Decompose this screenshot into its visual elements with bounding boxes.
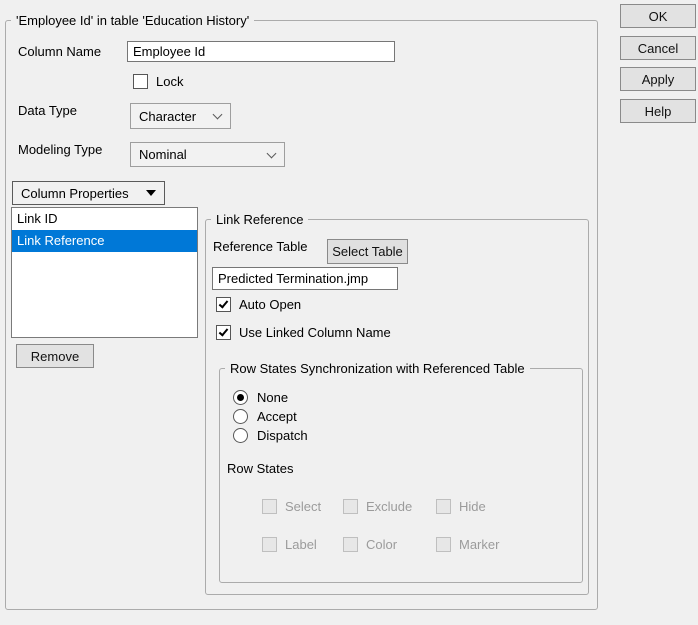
column-info-dialog: OK Cancel Apply Help 'Employee Id' in ta… — [0, 0, 698, 625]
select-table-button-label: Select Table — [332, 244, 403, 259]
exclude-checkbox-label: Exclude — [366, 499, 412, 514]
modeling-type-label: Modeling Type — [18, 142, 102, 158]
hide-checkbox-label: Hide — [459, 499, 486, 514]
use-linked-column-name-checkbox-box[interactable] — [216, 325, 231, 340]
help-button[interactable]: Help — [620, 99, 696, 123]
radio-dispatch[interactable]: Dispatch — [233, 428, 308, 443]
color-checkbox-label: Color — [366, 537, 397, 552]
data-type-value: Character — [139, 109, 196, 124]
column-properties-menu-label: Column Properties — [21, 186, 129, 201]
triangle-down-icon — [146, 190, 156, 196]
reference-table-label: Reference Table — [213, 239, 307, 255]
row-states-sync-title: Row States Synchronization with Referenc… — [225, 360, 530, 377]
remove-button-label: Remove — [31, 349, 79, 364]
cancel-button[interactable]: Cancel — [620, 36, 696, 60]
use-linked-column-name-label: Use Linked Column Name — [239, 325, 391, 340]
ok-button-label: OK — [649, 9, 668, 24]
auto-open-checkbox[interactable]: Auto Open — [216, 297, 301, 312]
checkmark-icon — [219, 326, 229, 336]
column-name-input[interactable] — [127, 41, 395, 62]
hide-row-state-checkbox[interactable]: Hide — [436, 499, 486, 514]
column-properties-menu-button[interactable]: Column Properties — [12, 181, 165, 205]
data-type-dropdown[interactable]: Character — [130, 103, 231, 129]
modeling-type-dropdown[interactable]: Nominal — [130, 142, 285, 167]
marker-row-state-checkbox[interactable]: Marker — [436, 537, 499, 552]
lock-checkbox[interactable]: Lock — [133, 74, 183, 89]
lock-checkbox-label: Lock — [156, 74, 183, 89]
help-button-label: Help — [645, 104, 672, 119]
use-linked-column-name-checkbox[interactable]: Use Linked Column Name — [216, 325, 391, 340]
marker-checkbox-box[interactable] — [436, 537, 451, 552]
radio-accept-circle[interactable] — [233, 409, 248, 424]
radio-none-circle[interactable] — [233, 390, 248, 405]
checkmark-icon — [219, 298, 229, 308]
color-row-state-checkbox[interactable]: Color — [343, 537, 397, 552]
row-states-label: Row States — [227, 461, 293, 477]
exclude-row-state-checkbox[interactable]: Exclude — [343, 499, 412, 514]
column-name-label: Column Name — [18, 44, 101, 60]
cancel-button-label: Cancel — [638, 41, 678, 56]
list-item-link-reference[interactable]: Link Reference — [12, 230, 197, 252]
label-checkbox-box[interactable] — [262, 537, 277, 552]
select-row-state-checkbox[interactable]: Select — [262, 499, 321, 514]
modeling-type-value: Nominal — [139, 147, 187, 162]
list-item-link-id[interactable]: Link ID — [12, 208, 197, 230]
apply-button[interactable]: Apply — [620, 67, 696, 91]
select-checkbox-label: Select — [285, 499, 321, 514]
label-row-state-checkbox[interactable]: Label — [262, 537, 317, 552]
radio-none-label: None — [257, 390, 288, 405]
chevron-down-icon — [213, 110, 223, 120]
apply-button-label: Apply — [642, 72, 675, 87]
radio-dispatch-label: Dispatch — [257, 428, 308, 443]
remove-button[interactable]: Remove — [16, 344, 94, 368]
reference-table-input[interactable] — [212, 267, 398, 290]
hide-checkbox-box[interactable] — [436, 499, 451, 514]
radio-dispatch-circle[interactable] — [233, 428, 248, 443]
chevron-down-icon — [267, 148, 277, 158]
select-table-button[interactable]: Select Table — [327, 239, 408, 264]
auto-open-checkbox-box[interactable] — [216, 297, 231, 312]
select-checkbox-box[interactable] — [262, 499, 277, 514]
radio-dot-icon — [237, 394, 244, 401]
column-properties-list: Link ID Link Reference — [11, 207, 198, 338]
lock-checkbox-box[interactable] — [133, 74, 148, 89]
ok-button[interactable]: OK — [620, 4, 696, 28]
auto-open-label: Auto Open — [239, 297, 301, 312]
marker-checkbox-label: Marker — [459, 537, 499, 552]
radio-none[interactable]: None — [233, 390, 288, 405]
radio-accept-label: Accept — [257, 409, 297, 424]
color-checkbox-box[interactable] — [343, 537, 358, 552]
data-type-label: Data Type — [18, 103, 77, 119]
radio-accept[interactable]: Accept — [233, 409, 297, 424]
link-reference-title: Link Reference — [211, 211, 308, 228]
exclude-checkbox-box[interactable] — [343, 499, 358, 514]
label-checkbox-label: Label — [285, 537, 317, 552]
dialog-title: 'Employee Id' in table 'Education Histor… — [11, 12, 254, 29]
